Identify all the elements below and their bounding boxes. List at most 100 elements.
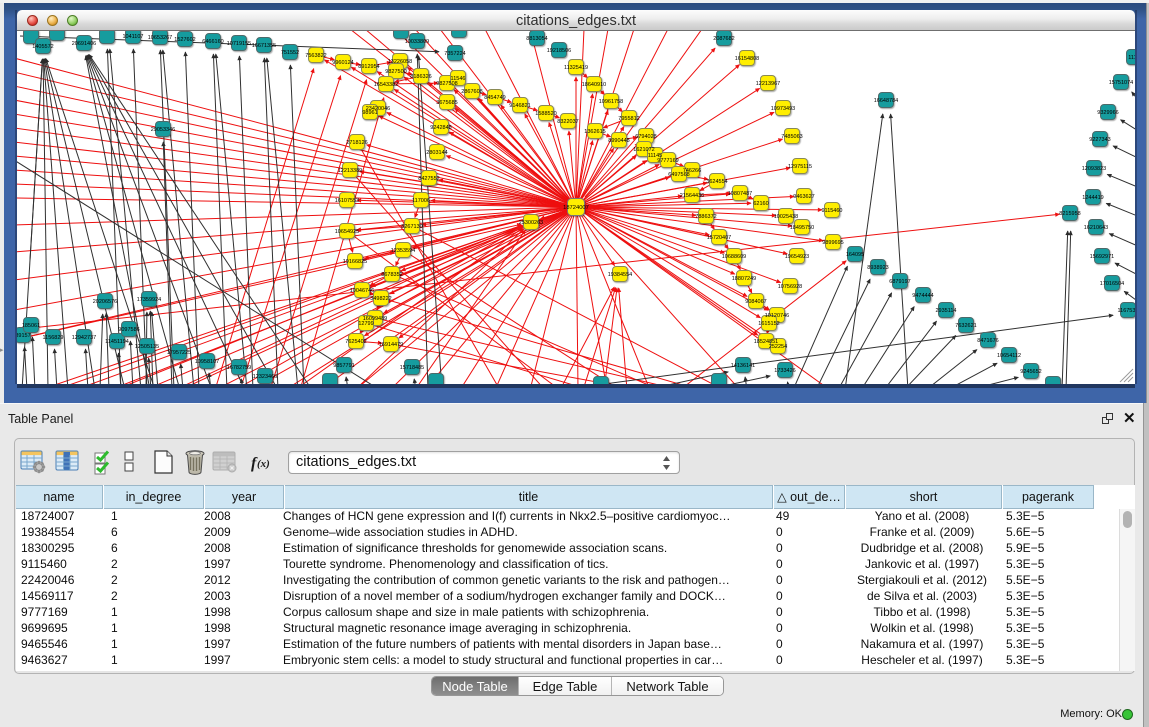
svg-text:12505135: 12505135: [135, 344, 159, 350]
svg-text:11325419: 11325419: [564, 65, 588, 71]
svg-text:20691406: 20691406: [72, 41, 96, 47]
svg-text:10973493: 10973493: [771, 106, 795, 112]
svg-text:10654925: 10654925: [335, 229, 359, 235]
svg-text:8678352: 8678352: [381, 272, 402, 278]
svg-text:1527602: 1527602: [174, 37, 195, 43]
svg-text:16210643: 16210643: [1084, 225, 1108, 231]
svg-text:1405572: 1405572: [32, 44, 53, 50]
svg-text:10807487: 10807487: [728, 191, 752, 197]
svg-text:16671355: 16671355: [252, 43, 276, 49]
svg-text:8215958: 8215958: [1059, 211, 1080, 217]
svg-text:39157: 39157: [17, 333, 31, 339]
svg-text:7632621: 7632621: [955, 323, 976, 329]
svg-text:2935114: 2935114: [935, 308, 956, 314]
svg-text:1362615: 1362615: [584, 129, 605, 135]
svg-text:9474444: 9474444: [912, 293, 933, 299]
svg-text:164095: 164095: [846, 252, 864, 258]
svg-text:12799: 12799: [358, 321, 373, 327]
svg-text:252254: 252254: [769, 344, 787, 350]
svg-text:10653267: 10653267: [148, 35, 172, 41]
svg-text:117006: 117006: [412, 198, 430, 204]
svg-text:16648784: 16648784: [874, 98, 898, 104]
svg-text:2867608: 2867608: [461, 89, 482, 95]
svg-text:18640910: 18640910: [582, 82, 606, 88]
svg-text:9777169: 9777169: [657, 158, 678, 164]
svg-text:3498222: 3498222: [370, 296, 391, 302]
svg-text:62160: 62160: [753, 201, 768, 207]
svg-text:13226058: 13226058: [388, 59, 412, 65]
svg-text:8267130: 8267130: [401, 224, 422, 230]
svg-text:8471676: 8471676: [977, 338, 998, 344]
svg-text:15720407: 15720407: [707, 235, 731, 241]
svg-text:1588520: 1588520: [535, 111, 556, 117]
svg-text:11451194: 11451194: [105, 339, 129, 345]
svg-text:9827500: 9827500: [385, 69, 406, 75]
svg-text:8990448: 8990448: [608, 138, 629, 144]
svg-text:15692971: 15692971: [1090, 254, 1114, 260]
svg-text:1041107: 1041107: [122, 34, 143, 40]
svg-text:10961758: 10961758: [599, 99, 623, 105]
svg-text:12213967: 12213967: [756, 81, 780, 87]
svg-text:1244419: 1244419: [1082, 195, 1103, 201]
svg-text:19654923: 19654923: [785, 254, 809, 260]
svg-text:10688609: 10688609: [722, 254, 746, 260]
svg-text:2803144: 2803144: [426, 150, 447, 156]
svg-text:19384554: 19384554: [608, 272, 632, 278]
svg-text:14136141: 14136141: [731, 363, 755, 369]
svg-text:12975115: 12975115: [788, 164, 812, 170]
svg-text:7357224: 7357224: [444, 51, 465, 57]
svg-text:3624554: 3624554: [706, 179, 727, 185]
svg-text:6879197: 6879197: [889, 279, 910, 285]
svg-text:17016504: 17016504: [1100, 281, 1124, 287]
svg-text:1112: 1112: [1128, 55, 1135, 61]
svg-text:18495750: 18495750: [790, 225, 814, 231]
svg-text:(x): (x): [257, 458, 270, 470]
svg-text:17957225: 17957225: [167, 350, 191, 356]
svg-text:6497568: 6497568: [668, 172, 689, 178]
svg-text:751552: 751552: [281, 50, 299, 56]
svg-text:10025438: 10025438: [774, 214, 798, 220]
svg-text:9329966: 9329966: [1097, 110, 1118, 116]
svg-text:9115460: 9115460: [821, 208, 842, 214]
svg-text:9857791: 9857791: [333, 363, 354, 369]
svg-text:6466160: 6466160: [202, 39, 223, 45]
svg-text:12093823: 12093823: [1082, 166, 1106, 172]
svg-text:9242848: 9242848: [430, 125, 451, 131]
svg-text:9097586: 9097586: [118, 327, 139, 333]
svg-text:19166825: 19166825: [343, 259, 367, 265]
svg-text:12213389: 12213389: [338, 168, 362, 174]
svg-text:16782759: 16782759: [227, 365, 251, 371]
svg-text:6794028: 6794028: [635, 134, 656, 140]
svg-text:185061: 185061: [22, 323, 40, 329]
svg-text:10120746: 10120746: [765, 313, 789, 319]
svg-text:16107553: 16107553: [335, 198, 359, 204]
svg-text:19218506: 19218506: [547, 48, 571, 54]
svg-text:12323466: 12323466: [253, 374, 277, 380]
svg-text:9463627: 9463627: [793, 194, 814, 200]
svg-text:9960124: 9960124: [332, 60, 353, 66]
svg-text:9146821: 9146821: [509, 103, 530, 109]
svg-text:7625402: 7625402: [345, 339, 366, 345]
svg-text:9084067: 9084067: [745, 299, 766, 305]
svg-text:8938923: 8938923: [867, 265, 888, 271]
svg-text:8454749: 8454749: [484, 95, 505, 101]
svg-text:11546: 11546: [451, 76, 466, 82]
svg-text:15751074: 15751074: [1109, 80, 1133, 86]
svg-text:8813054: 8813054: [526, 36, 547, 42]
svg-text:10046746: 10046746: [350, 288, 374, 294]
svg-text:8322037: 8322037: [557, 119, 578, 125]
svg-text:15718485: 15718485: [400, 365, 424, 371]
svg-text:9245652: 9245652: [1020, 369, 1041, 375]
svg-text:12942737: 12942737: [72, 335, 96, 341]
svg-text:10958107: 10958107: [195, 359, 219, 365]
svg-text:7955812: 7955812: [618, 116, 639, 122]
svg-text:18724007: 18724007: [563, 205, 589, 211]
svg-text:7563822: 7563822: [305, 53, 326, 59]
svg-text:2718126: 2718126: [346, 140, 367, 146]
svg-text:10033809: 10033809: [405, 39, 429, 45]
svg-text:10654112: 10654112: [997, 353, 1021, 359]
svg-text:21564436: 21564436: [680, 193, 704, 199]
svg-text:8427552: 8427552: [418, 176, 439, 182]
svg-text:18807249: 18807249: [732, 276, 756, 282]
svg-text:8186326: 8186326: [410, 74, 431, 80]
